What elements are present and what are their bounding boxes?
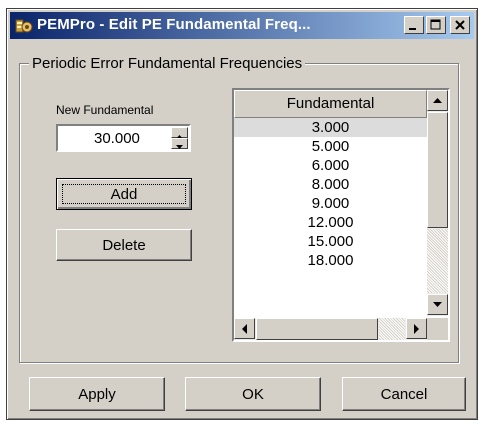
spin-up-button[interactable] [171,127,188,139]
vertical-scrollbar[interactable] [427,90,448,316]
spin-buttons [171,127,188,149]
horizontal-scrollbar[interactable] [234,318,427,340]
maximize-button[interactable] [426,16,446,34]
list-item[interactable]: 12.000 [234,213,427,232]
list-item[interactable]: 5.000 [234,137,427,156]
close-button[interactable] [450,16,470,34]
new-fundamental-label: New Fundamental [56,103,154,117]
list-item[interactable]: 9.000 [234,194,427,213]
list-item[interactable]: 18.000 [234,251,427,270]
minimize-icon [409,28,416,30]
add-button[interactable]: Add [56,178,192,210]
delete-button-label: Delete [102,237,146,254]
arrow-up-icon [433,98,442,103]
title-bar[interactable]: PEMPro - Edit PE Fundamental Freq... [10,12,474,39]
cancel-button-label: Cancel [380,386,428,403]
list-item[interactable]: 15.000 [234,232,427,251]
spin-down-button[interactable] [171,138,188,149]
list-item[interactable]: 6.000 [234,156,427,175]
vertical-scroll-track[interactable] [427,229,448,293]
delete-button[interactable]: Delete [56,229,192,261]
horizontal-scroll-track[interactable] [379,318,405,340]
scroll-right-button[interactable] [406,318,427,339]
scroll-left-button[interactable] [234,318,255,339]
fundamental-list[interactable]: Fundamental 3.000 5.000 6.000 8.000 9.00… [232,88,450,342]
minimize-button[interactable] [404,16,424,34]
close-icon [455,20,465,30]
new-fundamental-value[interactable]: 30.000 [94,130,140,147]
list-item[interactable]: 8.000 [234,175,427,194]
ok-button[interactable]: OK [185,377,321,411]
scroll-down-button[interactable] [427,294,448,315]
group-label: Periodic Error Fundamental Frequencies [29,55,306,72]
new-fundamental-input[interactable]: 30.000 [56,124,191,152]
cancel-button[interactable]: Cancel [342,377,466,411]
apply-button-label: Apply [78,386,116,403]
add-button-label: Add [110,186,138,203]
ok-button-label: OK [242,386,264,403]
list-column-header[interactable]: Fundamental [234,90,427,118]
arrow-down-icon [433,302,442,307]
arrow-right-icon [414,324,419,334]
pempro-app-icon [15,19,33,33]
vertical-scroll-thumb[interactable] [427,112,448,228]
scroll-up-button[interactable] [427,90,448,111]
apply-button[interactable]: Apply [29,377,165,411]
scrollbar-corner [427,318,448,340]
window-title: PEMPro - Edit PE Fundamental Freq... [37,16,311,33]
spin-down-icon [176,145,183,149]
list-rows: 3.000 5.000 6.000 8.000 9.000 12.000 15.… [234,118,427,270]
maximize-icon [430,19,441,30]
horizontal-scroll-thumb[interactable] [256,318,378,340]
arrow-left-icon [242,324,247,334]
list-item[interactable]: 3.000 [234,118,427,137]
